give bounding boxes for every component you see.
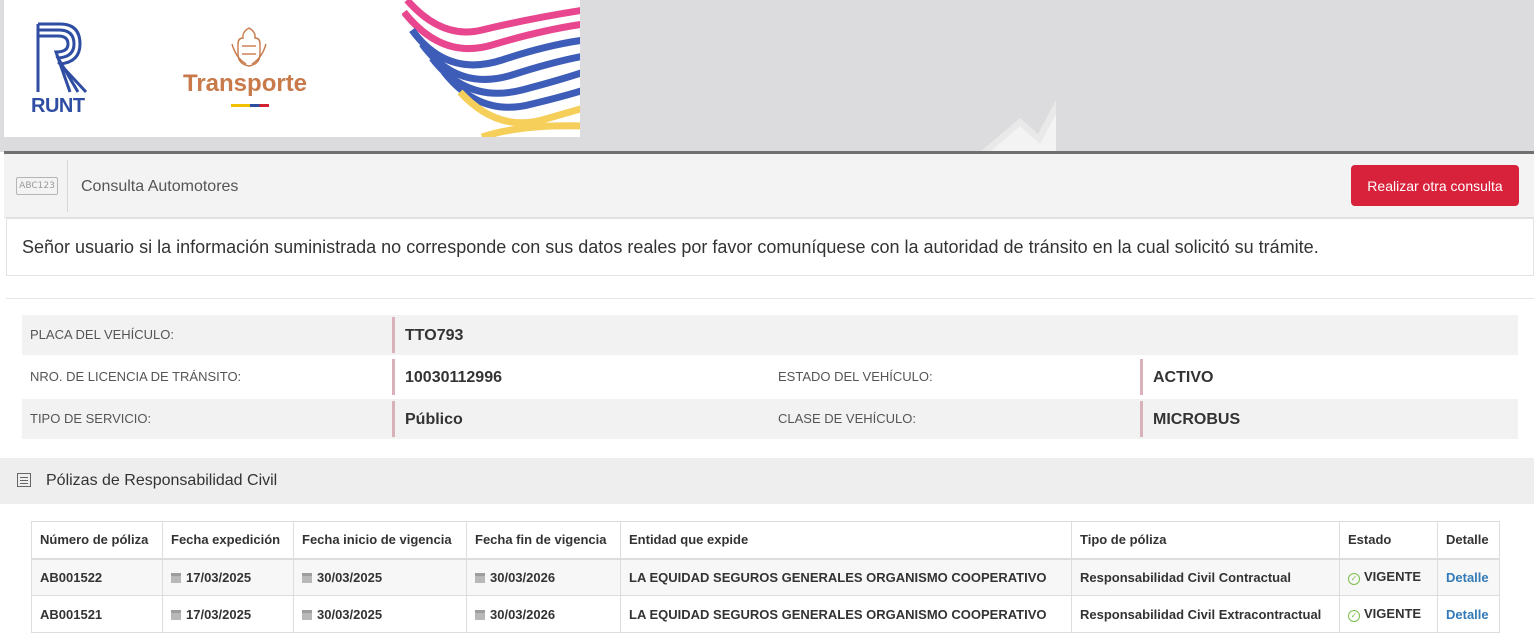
servicio-value: Público (392, 401, 463, 437)
info-row-servicio: TIPO DE SERVICIO: Público CLASE DE VEHÍC… (22, 399, 1518, 439)
new-query-button[interactable]: Realizar otra consulta (1351, 165, 1519, 206)
clase-value: MICROBUS (1140, 401, 1240, 437)
col-estado: Estado (1339, 521, 1438, 560)
info-row-licencia: NRO. DE LICENCIA DE TRÁNSITO: 1003011299… (22, 357, 1518, 397)
servicio-label: TIPO DE SERVICIO: (30, 411, 152, 426)
colombia-flag-line (231, 104, 269, 107)
policy-type: Responsabilidad Civil Extracontractual (1071, 595, 1340, 633)
estado-label: ESTADO DEL VEHÍCULO: (778, 369, 933, 384)
issuer: LA EQUIDAD SEGUROS GENERALES ORGANISMO C… (620, 595, 1072, 633)
user-notice: Señor usuario si la información suminist… (6, 218, 1534, 276)
estado-value: ACTIVO (1140, 359, 1213, 395)
check-circle-icon: ✓ (1348, 573, 1360, 586)
start-date: 30/03/2025 (293, 595, 467, 633)
calendar-icon (171, 609, 181, 620)
start-date: 30/03/2025 (293, 558, 467, 596)
page-title: Consulta Automotores (81, 178, 239, 195)
detail-link[interactable]: Detalle (1446, 570, 1489, 585)
table-row: AB001521 17/03/2025 30/03/2025 30/03/202… (31, 595, 1500, 633)
header-separator (67, 160, 68, 212)
policies-table: Número de póliza Fecha expedición Fecha … (31, 521, 1500, 633)
vehicle-info-panel: PLACA DEL VEHÍCULO: TTO793 NRO. DE LICEN… (6, 298, 1534, 458)
table-header-row: Número de póliza Fecha expedición Fecha … (31, 521, 1500, 560)
banner: RUNT Transporte (0, 0, 1534, 152)
calendar-icon (302, 609, 312, 620)
detail-cell: Detalle (1437, 595, 1500, 633)
runt-logo-text: RUNT (31, 95, 85, 117)
policy-number: AB001521 (31, 595, 163, 633)
detail-cell: Detalle (1437, 558, 1500, 596)
col-entidad: Entidad que expide (620, 521, 1072, 560)
colombia-seal-icon (231, 27, 267, 67)
list-icon (17, 473, 31, 487)
col-fin: Fecha fin de vigencia (466, 521, 621, 560)
licencia-label: NRO. DE LICENCIA DE TRÁNSITO: (30, 369, 242, 384)
issuer: LA EQUIDAD SEGUROS GENERALES ORGANISMO C… (620, 558, 1072, 596)
notice-text: Señor usuario si la información suminist… (22, 237, 1319, 257)
clase-label: CLASE DE VEHÍCULO: (778, 411, 916, 426)
policies-section-header[interactable]: Pólizas de Responsabilidad Civil (0, 458, 1534, 504)
placa-label: PLACA DEL VEHÍCULO: (30, 327, 175, 342)
issue-date: 17/03/2025 (162, 595, 294, 633)
col-tipo: Tipo de póliza (1071, 521, 1340, 560)
abc123-plate-icon: ABC123 (16, 177, 58, 195)
table-row: AB001522 17/03/2025 30/03/2025 30/03/202… (31, 558, 1500, 596)
policy-status: ✓ VIGENTE (1339, 558, 1438, 596)
issue-date: 17/03/2025 (162, 558, 294, 596)
policy-number: AB001522 (31, 558, 163, 596)
policy-status: ✓ VIGENTE (1339, 595, 1438, 633)
calendar-icon (171, 572, 181, 583)
transporte-logo-text: Transporte (183, 70, 308, 97)
placa-value: TTO793 (392, 317, 463, 353)
licencia-value: 10030112996 (392, 359, 502, 395)
decorative-shapes (980, 100, 1056, 152)
col-expedicion: Fecha expedición (162, 521, 294, 560)
calendar-icon (475, 572, 485, 583)
policies-section-title: Pólizas de Responsabilidad Civil (46, 472, 278, 489)
col-inicio: Fecha inicio de vigencia (293, 521, 467, 560)
check-circle-icon: ✓ (1348, 610, 1360, 622)
decorative-waves (402, 0, 580, 137)
calendar-icon (475, 609, 485, 620)
end-date: 30/03/2026 (466, 558, 621, 596)
end-date: 30/03/2026 (466, 595, 621, 633)
col-detalle: Detalle (1437, 521, 1500, 560)
policy-type: Responsabilidad Civil Contractual (1071, 558, 1340, 596)
calendar-icon (302, 572, 312, 583)
page-header: ABC123 Consulta Automotores Realizar otr… (4, 154, 1534, 218)
banner-logos: RUNT Transporte (4, 0, 580, 137)
info-row-placa: PLACA DEL VEHÍCULO: TTO793 (22, 315, 1518, 355)
col-numero: Número de póliza (31, 521, 163, 560)
detail-link[interactable]: Detalle (1446, 607, 1489, 622)
